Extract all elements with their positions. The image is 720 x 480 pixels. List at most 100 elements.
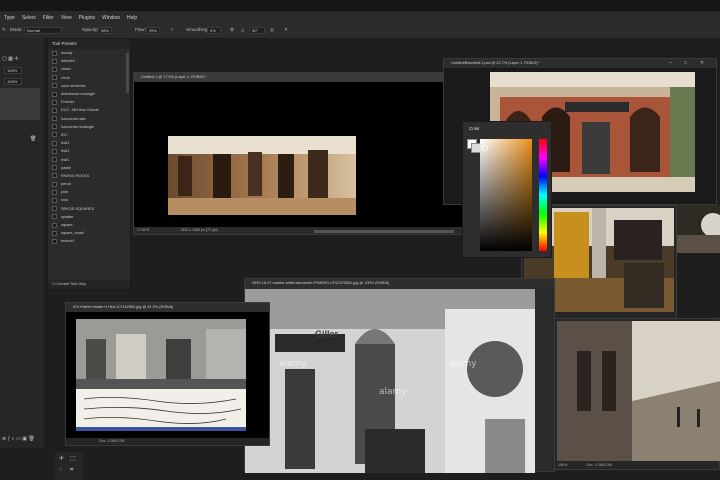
preset-item[interactable]: mondy	[48, 49, 130, 57]
brush-preset-icon[interactable]: ✎	[2, 27, 6, 33]
opacity-field[interactable]: 98%	[98, 27, 112, 34]
angle-icon: △	[241, 27, 245, 32]
opacity-label: Opacity:	[82, 27, 99, 32]
preset-item[interactable]: color stretches	[48, 82, 130, 90]
preset-item[interactable]: leaf1	[48, 147, 130, 155]
brush-preset-icon	[52, 197, 57, 203]
preset-item[interactable]: horizontal rectangle	[48, 123, 130, 131]
brush-preset-icon	[52, 157, 57, 163]
preset-item[interactable]: defreshi	[48, 57, 130, 65]
preset-item[interactable]: pastel	[48, 164, 130, 172]
angle-field[interactable]: 90°	[249, 27, 265, 34]
preset-item[interactable]: circle	[48, 74, 130, 82]
window-title[interactable]: Untitled/Bannfeld-1.psd @ 22.7% (Layer 1…	[444, 59, 716, 68]
minimize-icon[interactable]: –	[669, 59, 672, 68]
current-tool-only-checkbox[interactable]: ☐ Current Tool Only	[48, 280, 130, 289]
menu-plugins[interactable]: Plugins	[79, 15, 95, 21]
preset-item[interactable]: leaf1	[48, 139, 130, 147]
window-title[interactable]: 2990-16-07-marthe-stiftet-alexander-PH89…	[245, 279, 554, 288]
airbrush-icon[interactable]: ✧	[170, 27, 174, 33]
corner-photo[interactable]	[245, 289, 535, 473]
zoom-readout[interactable]: 100%	[558, 463, 567, 467]
hue-slider[interactable]	[539, 139, 547, 251]
menu-bar: Type Select Filter View Plugins Window H…	[0, 11, 720, 24]
postcard-document-window: 87c+Harth+estate+1+fed-107162560.jpg @ 8…	[65, 302, 270, 446]
postcard-image[interactable]	[76, 319, 246, 431]
preset-item[interactable]: chisel	[48, 65, 130, 73]
menu-view[interactable]: View	[61, 15, 72, 21]
smoothing-field[interactable]: 0%	[207, 27, 221, 34]
opacity-percent-field[interactable]: 100%	[4, 67, 22, 74]
brush-preset-icon	[52, 107, 57, 113]
crop-tool-icon[interactable]: ⌗	[70, 467, 73, 474]
close-icon[interactable]: ✕	[700, 59, 704, 68]
menu-window[interactable]: Window	[102, 15, 120, 21]
preset-item[interactable]: texture1	[48, 237, 130, 245]
window-status: Doc: 1.0M/2.0M	[66, 438, 269, 445]
window-title[interactable]: Untitled-1 @ 17.6% (Layer 1, RGB/8) *	[134, 73, 462, 82]
preset-label: pencil	[61, 182, 71, 187]
horizontal-scrollbar[interactable]	[314, 230, 454, 233]
symmetry-icon[interactable]: ⚘	[284, 27, 288, 33]
brush-preset-icon	[52, 148, 57, 154]
options-bar: ✎ Mode: Normal Opacity: 98% Flow: 99% ✧ …	[0, 24, 720, 39]
layer-actions[interactable]: ⊕ ƒ ◐ ▭ ▣ 🗑	[2, 436, 35, 442]
preset-label: DLO - MH flow Grizzle	[61, 108, 99, 113]
preset-label: circle	[61, 75, 70, 80]
saturation-brightness-field[interactable]	[480, 139, 532, 251]
layer-row[interactable]	[0, 88, 40, 120]
preset-item[interactable]: rock	[48, 196, 130, 204]
maximize-icon[interactable]: □	[684, 59, 687, 68]
layer-lock-icons[interactable]: ▢ ▦ ✛	[2, 56, 42, 62]
fill-percent-field[interactable]: 100%	[4, 78, 22, 85]
window-status: 100% Doc: 1.0M/2.0M	[555, 462, 719, 469]
color-panel-title: Color	[469, 126, 480, 131]
preset-item[interactable]: PAVING ROCKS	[48, 172, 130, 180]
preset-item[interactable]: horizontal rake	[48, 115, 130, 123]
brush-preset-icon	[52, 206, 57, 212]
menu-filter[interactable]: Filter	[43, 15, 54, 21]
brush-preset-icon	[52, 58, 57, 64]
move-tool-icon[interactable]: ✛	[59, 455, 64, 462]
preset-label: directional rectangle	[61, 92, 95, 97]
preset-label: rock	[61, 198, 69, 203]
preset-item[interactable]: IDJ	[48, 131, 130, 139]
preset-label: mondy	[61, 51, 73, 56]
window-title[interactable]: 87c+Harth+estate+1+fed-107162560.jpg @ 8…	[66, 303, 269, 312]
preset-item[interactable]: square_small	[48, 229, 130, 237]
street-photo[interactable]	[557, 321, 720, 461]
doc-size: 1920 x 1080 px (72 ppi)	[180, 228, 218, 232]
color-picker-cursor[interactable]	[482, 145, 488, 151]
preset-label: Fresher	[61, 100, 75, 105]
preset-item[interactable]: directional rectangle	[48, 90, 130, 98]
watermark-1: alamy	[279, 359, 307, 369]
menu-type[interactable]: Type	[4, 15, 15, 21]
scrollbar[interactable]	[126, 53, 129, 93]
preset-label: square	[61, 223, 73, 228]
preset-item[interactable]: pencil	[48, 180, 130, 188]
preset-item[interactable]: SRKOD SQUARES	[48, 205, 130, 213]
menu-help[interactable]: Help	[127, 15, 137, 21]
preset-label: leaf1	[61, 157, 70, 162]
preset-item[interactable]: Fresher	[48, 98, 130, 106]
trash-icon[interactable]: 🗑	[30, 136, 36, 142]
brush-preset-icon	[52, 66, 57, 72]
preset-item[interactable]: pine	[48, 188, 130, 196]
marquee-tool-icon[interactable]: ⬚	[70, 455, 76, 462]
preset-item[interactable]: leaf1	[48, 155, 130, 163]
toolbox: ✛ ⬚ ◌ ⌗	[55, 452, 83, 480]
preset-item[interactable]: DLO - MH flow Grizzle	[48, 106, 130, 114]
mode-select[interactable]: Normal	[24, 27, 62, 34]
pressure-icon[interactable]: ◎	[270, 27, 274, 33]
current-tool-only-label: Current Tool Only	[56, 282, 86, 286]
lasso-tool-icon[interactable]: ◌	[59, 467, 63, 473]
preset-item[interactable]: splatter	[48, 213, 130, 221]
painting-canvas[interactable]	[168, 136, 356, 215]
zoom-readout[interactable]: 17.62%	[137, 228, 149, 232]
partial-photo-window[interactable]	[677, 205, 720, 253]
doc-size: Doc: 1.0M/2.0M	[586, 463, 612, 467]
preset-item[interactable]: square	[48, 221, 130, 229]
flow-field[interactable]: 99%	[146, 27, 160, 34]
menu-select[interactable]: Select	[22, 15, 36, 21]
settings-gear-icon[interactable]: ⚙	[230, 27, 234, 33]
